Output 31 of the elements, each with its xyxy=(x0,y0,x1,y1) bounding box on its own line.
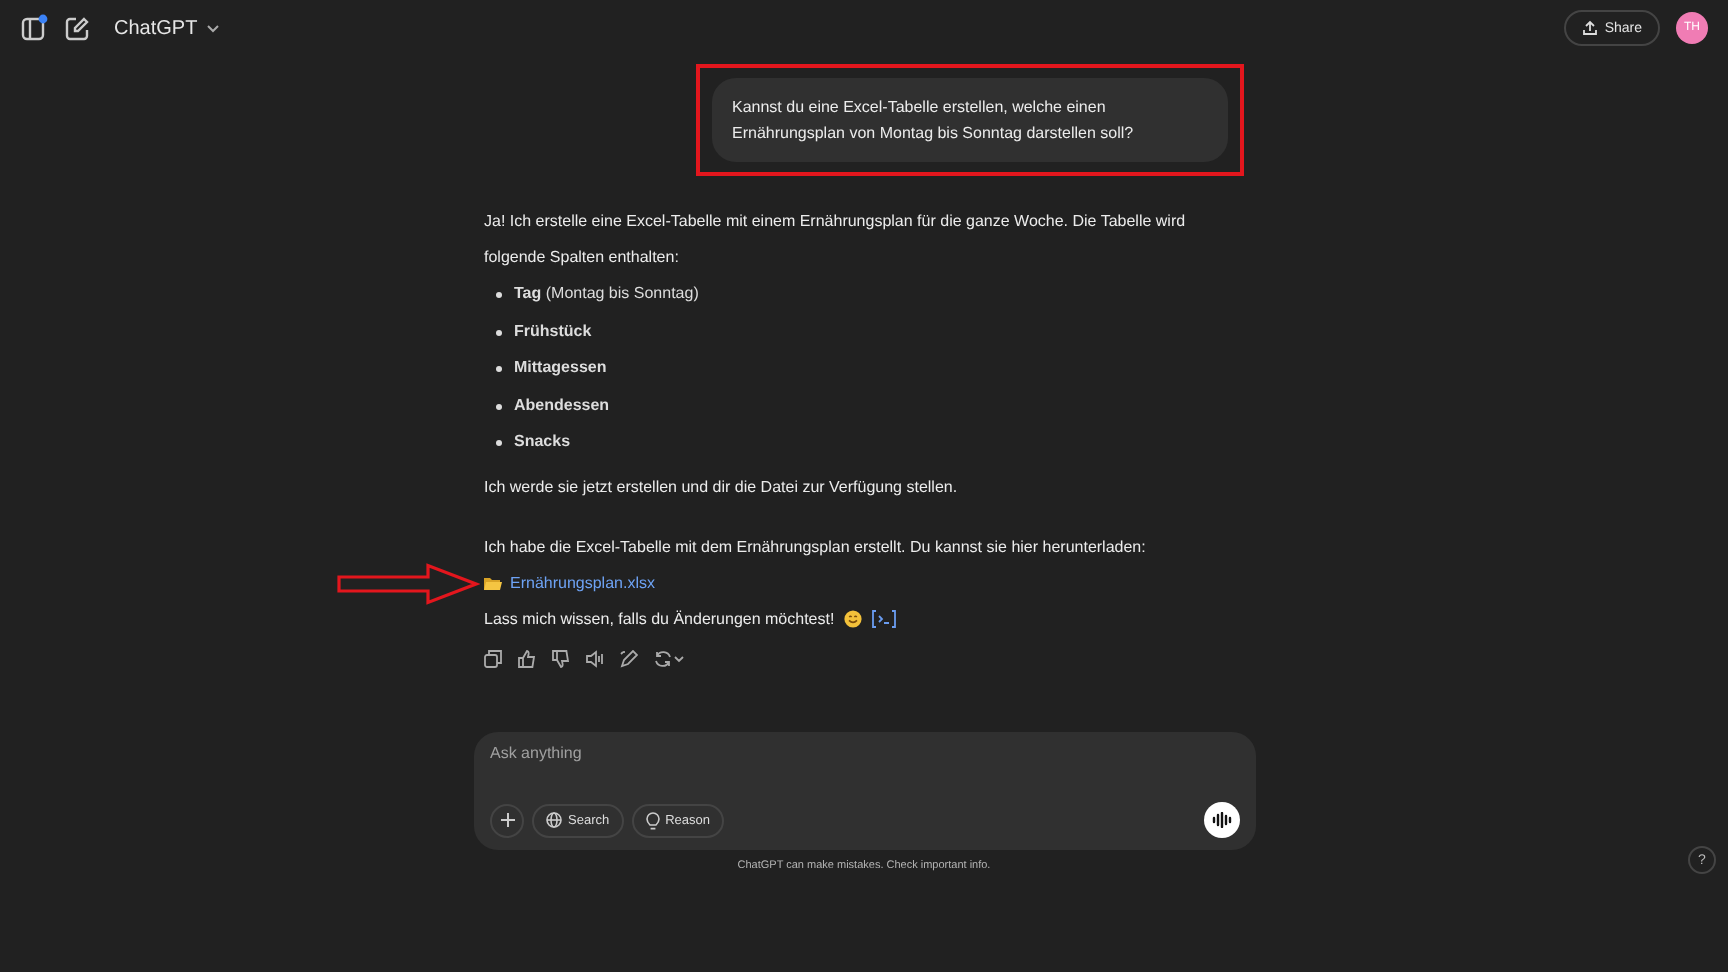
new-chat-icon[interactable] xyxy=(64,15,90,41)
file-link[interactable]: Ernährungsplan.xlsx xyxy=(510,574,655,592)
thumbs-up-icon[interactable] xyxy=(518,650,536,668)
sidebar-icon[interactable] xyxy=(20,14,48,42)
regenerate-icon[interactable] xyxy=(654,650,686,668)
folder-icon xyxy=(484,576,502,590)
smiley-icon xyxy=(844,610,863,628)
chevron-down-icon xyxy=(205,23,220,33)
share-icon xyxy=(1582,20,1599,36)
response-text: Lass mich wissen, falls du Änderungen möchtest! xyxy=(484,610,835,628)
list-item: Tag (Montag bis Sonntag) xyxy=(496,276,1244,313)
lightbulb-icon xyxy=(645,811,660,829)
thumbs-down-icon[interactable] xyxy=(552,650,570,668)
list-item: Frühstück xyxy=(496,313,1244,350)
list-item: Snacks xyxy=(496,424,1244,461)
user-message: Kannst du eine Excel-Tabelle erstellen, welche einen Ernährungsplan von Montag bis Sonntag darstellen soll? xyxy=(712,78,1228,162)
code-icon[interactable] xyxy=(872,610,897,628)
response-text: Ich habe die Excel-Tabelle mit dem Ernährungsplan erstellt. Du kannst sie hier herunterladen: xyxy=(484,535,1148,560)
voice-icon xyxy=(1212,812,1232,828)
globe-icon xyxy=(546,812,562,828)
response-text: Ich werde sie jetzt erstellen und dir die Datei zur Verfügung stellen. xyxy=(484,475,960,500)
model-selector[interactable]: ChatGPT xyxy=(106,17,220,39)
list-item: Mittagessen xyxy=(496,350,1244,387)
pen-icon[interactable] xyxy=(620,650,638,668)
voice-button[interactable] xyxy=(1204,802,1240,838)
plus-icon xyxy=(499,812,515,828)
add-button[interactable] xyxy=(490,803,524,837)
list-item: Abendessen xyxy=(496,387,1244,424)
response-text: Ja! Ich erstelle eine Excel-Tabelle mit einem Ernährungsplan für die ganze Woche. Die Tabelle wird folgende Spalten enthalten: xyxy=(484,210,1188,270)
copy-icon[interactable] xyxy=(484,650,502,668)
speaker-icon[interactable] xyxy=(586,650,604,668)
